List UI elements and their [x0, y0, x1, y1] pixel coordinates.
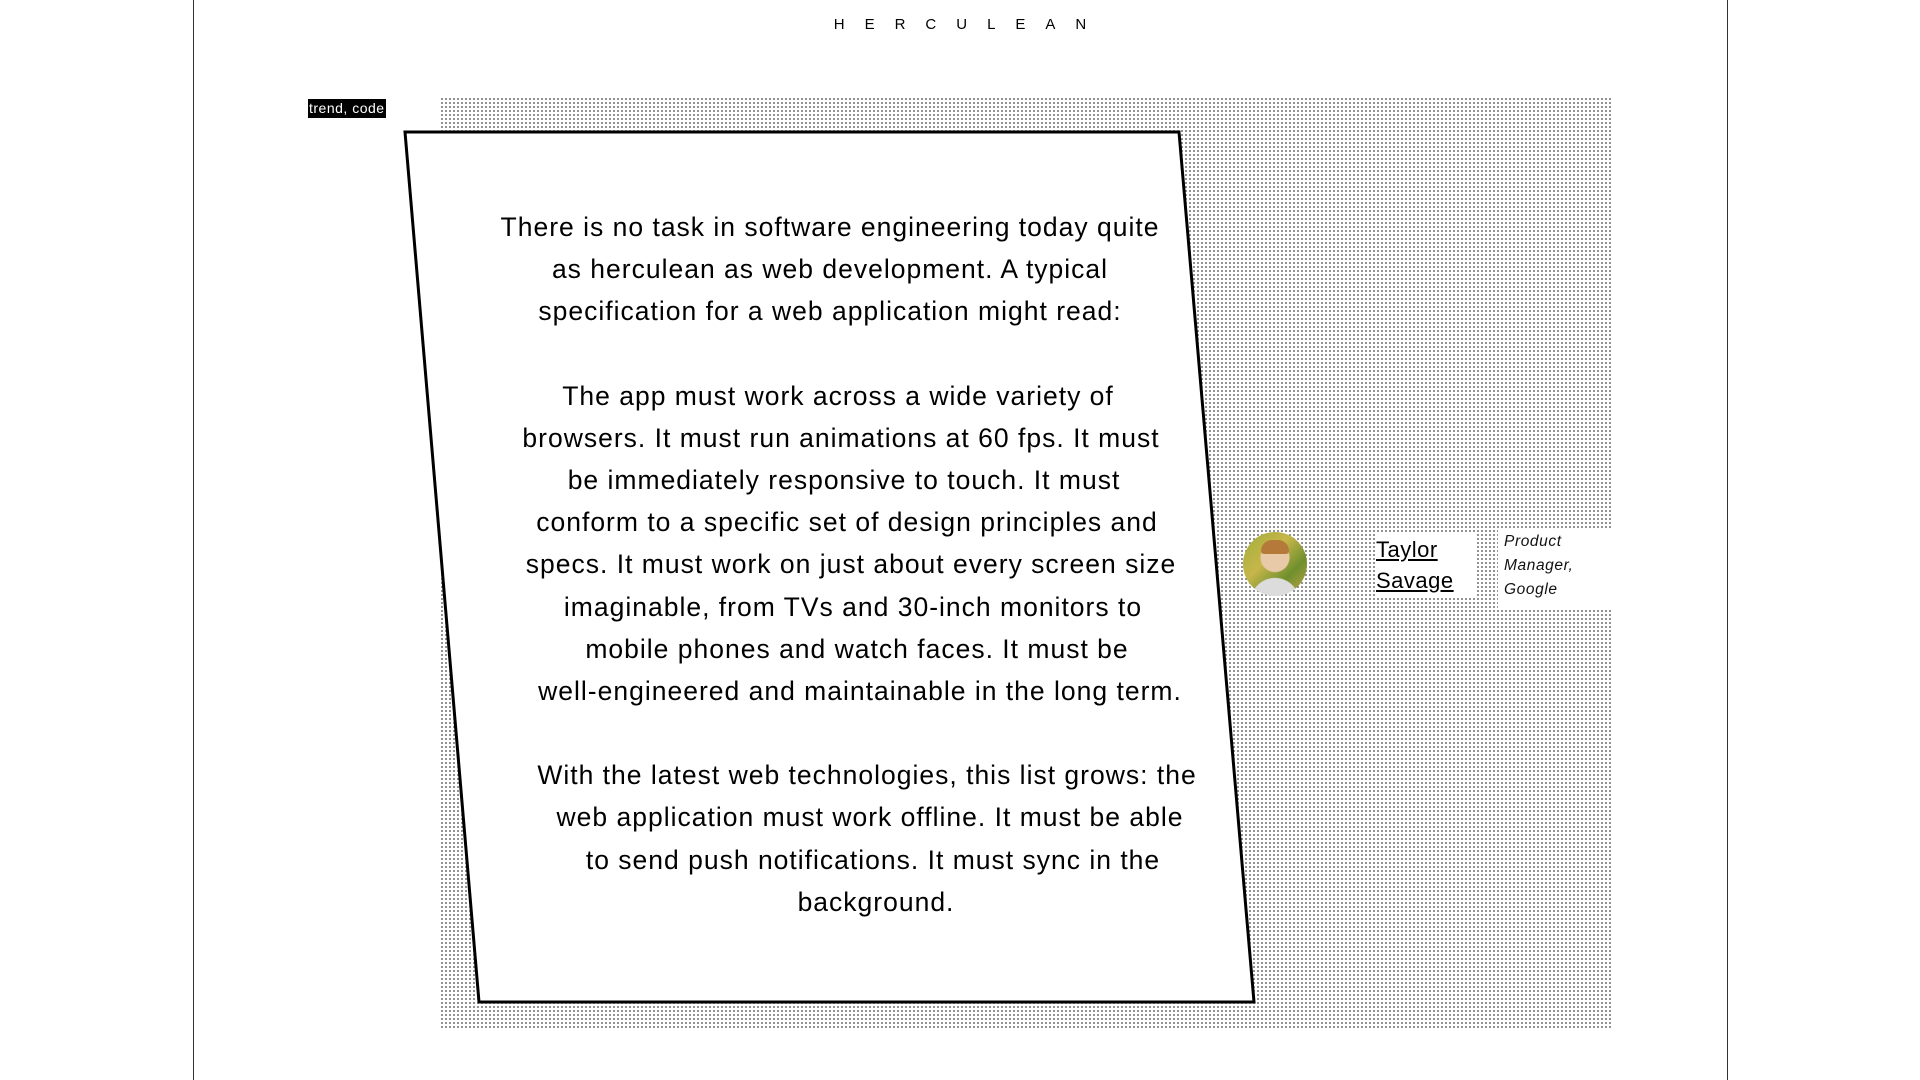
- quote-line: browsers. It must run animations at 60 f…: [522, 422, 1160, 453]
- quote-text: There is no task in software engineering…: [430, 206, 1280, 923]
- author-role-line: Manager,: [1504, 557, 1574, 574]
- author-role: Product Manager, Google: [1498, 528, 1612, 608]
- author-role-line: Google: [1504, 581, 1558, 598]
- site-brand-logo[interactable]: HERCULEAN: [0, 16, 1920, 33]
- quote-line: With the latest web technologies, this l…: [537, 760, 1197, 791]
- author-block: Taylor Savage Product Manager, Google: [1240, 524, 1612, 608]
- quote-line: well-engineered and maintainable in the …: [538, 676, 1182, 707]
- quote-line: The app must work across a wide variety …: [562, 380, 1114, 411]
- quote-line: mobile phones and watch faces. It must b…: [585, 633, 1129, 664]
- avatar-hair: [1261, 540, 1289, 554]
- quote-line: specs. It must work on just about every …: [525, 549, 1177, 580]
- quote-line: conform to a specific set of design prin…: [536, 507, 1158, 538]
- author-first-name[interactable]: Taylor: [1376, 537, 1438, 562]
- page: HERCULEAN trend, code There is no task i…: [0, 0, 1920, 1080]
- author-name-link[interactable]: Taylor Savage: [1376, 534, 1476, 596]
- quote-line: imaginable, from TVs and 30-inch monitor…: [563, 591, 1143, 622]
- left-border-line: [193, 0, 194, 1080]
- quote-line: specification for a web application migh…: [538, 296, 1122, 327]
- quote-line: There is no task in software engineering…: [500, 212, 1160, 242]
- author-role-line: Product: [1504, 533, 1562, 550]
- quote-line: be immediately responsive to touch. It m…: [567, 465, 1121, 496]
- quote-line: web application must work offline. It mu…: [556, 802, 1184, 833]
- category-tag[interactable]: trend, code: [308, 99, 386, 118]
- quote-line: background.: [797, 886, 955, 917]
- right-border-line: [1727, 0, 1728, 1080]
- author-avatar[interactable]: [1243, 532, 1307, 596]
- quote-line: as herculean as web development. A typic…: [551, 254, 1109, 285]
- author-last-name[interactable]: Savage: [1376, 568, 1454, 593]
- quote-line: to send push notifications. It must sync…: [585, 844, 1161, 875]
